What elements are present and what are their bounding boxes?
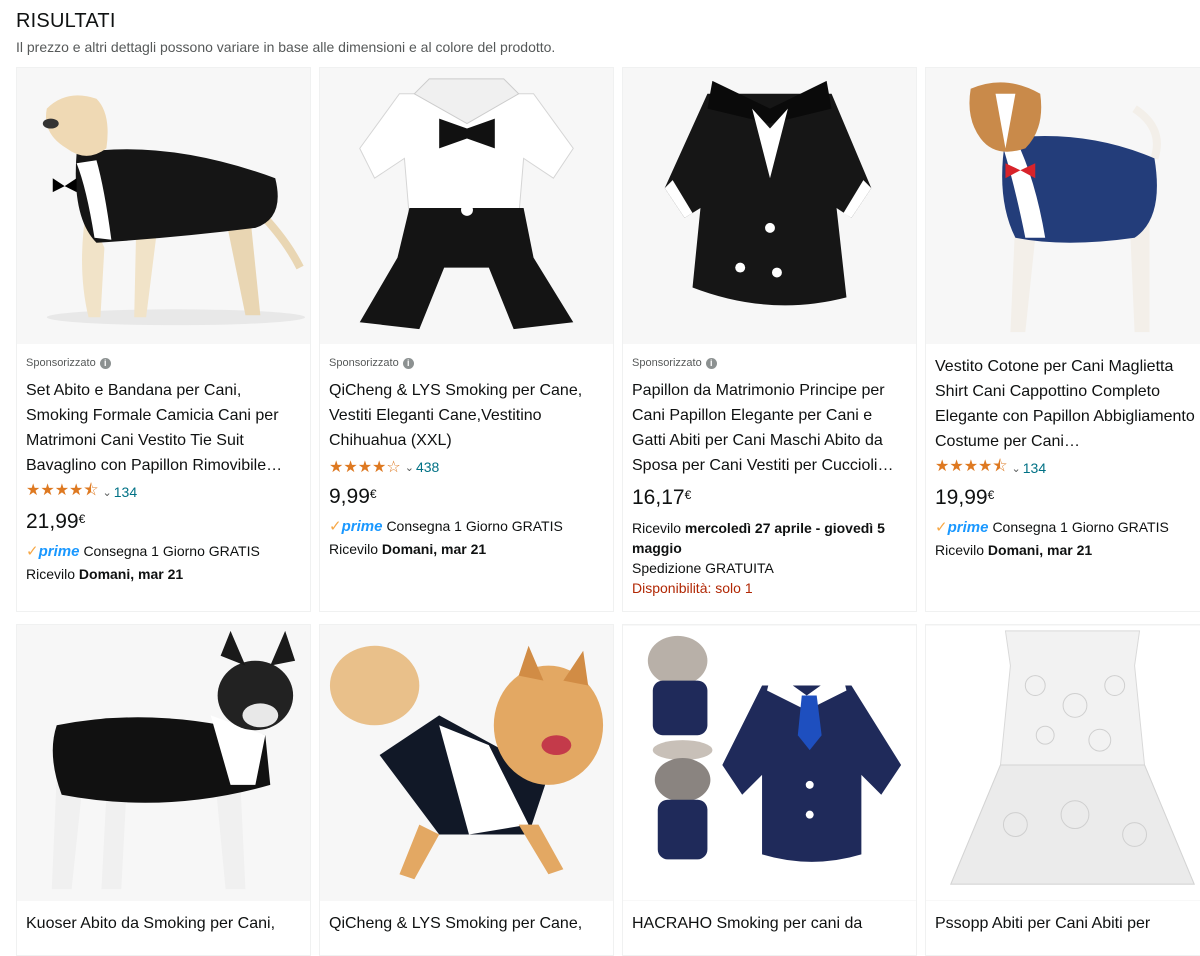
product-image[interactable] xyxy=(17,625,310,901)
product-price[interactable]: 16,17€ xyxy=(632,486,907,510)
product-card[interactable]: Sponsorizzato i QiCheng & LYS Smoking pe… xyxy=(319,67,614,612)
availability-text: Disponibilità: solo 1 xyxy=(632,580,753,596)
prime-text: prime xyxy=(38,543,80,560)
black-tuxedo-image xyxy=(623,68,916,344)
product-card[interactable]: QiCheng & LYS Smoking per Cane, xyxy=(319,624,614,956)
sponsored-text: Sponsorizzato xyxy=(632,357,702,369)
price-currency: € xyxy=(78,512,86,526)
star-rating-icon: ★★★★☆ xyxy=(329,459,401,476)
product-rating[interactable]: ★★★★⯪ ⌄ 134 xyxy=(935,458,1200,478)
product-image[interactable] xyxy=(623,68,916,344)
info-icon[interactable]: i xyxy=(99,357,111,369)
prime-logo-icon: ✓prime xyxy=(26,543,80,560)
sponsored-text: Sponsorizzato xyxy=(329,357,399,369)
product-title[interactable]: Kuoser Abito da Smoking per Cani, xyxy=(26,911,301,936)
review-count[interactable]: 134 xyxy=(114,484,137,500)
dog-tuxedo-image xyxy=(17,68,310,344)
info-icon[interactable]: i xyxy=(705,357,717,369)
price-value: 9,99 xyxy=(329,485,370,508)
receive-date: Domani, mar 21 xyxy=(987,542,1093,558)
product-price[interactable]: 19,99€ xyxy=(935,486,1200,510)
product-price[interactable]: 9,99€ xyxy=(329,485,604,509)
price-currency: € xyxy=(987,488,995,502)
results-title: RISULTATI xyxy=(16,10,116,32)
product-rating[interactable]: ★★★★☆ ⌄ 438 xyxy=(329,457,604,477)
results-header: RISULTATI Il prezzo e altri dettagli pos… xyxy=(16,10,555,55)
product-title[interactable]: Papillon da Matrimonio Principe per Cani… xyxy=(632,378,907,478)
tuxedo-outfit-image xyxy=(320,68,613,344)
beagle-suit-image xyxy=(926,68,1200,344)
delivery-text: Consegna 1 Giorno GRATIS xyxy=(83,543,260,559)
sponsored-text: Sponsorizzato xyxy=(26,357,96,369)
review-count[interactable]: 438 xyxy=(416,459,439,475)
product-title[interactable]: Set Abito e Bandana per Cani, Smoking Fo… xyxy=(26,378,301,478)
product-card[interactable]: Pssopp Abiti per Cani Abiti per xyxy=(925,624,1200,956)
poodle-pinstripe-suit-image xyxy=(623,625,916,901)
product-price[interactable]: 21,99€ xyxy=(26,510,301,534)
product-image[interactable] xyxy=(17,68,310,344)
price-value: 19,99 xyxy=(935,486,988,509)
product-image[interactable] xyxy=(926,625,1200,901)
receive-date: Domani, mar 21 xyxy=(381,541,487,557)
prime-logo-icon: ✓prime xyxy=(935,519,989,536)
prime-delivery: ✓prime Consegna 1 Giorno GRATIS xyxy=(329,517,604,535)
chevron-down-icon[interactable]: ⌄ xyxy=(405,461,414,474)
delivery-date: Ricevilo Domani, mar 21 xyxy=(329,539,604,559)
receive-date: Domani, mar 21 xyxy=(78,566,184,582)
prime-delivery: ✓prime Consegna 1 Giorno GRATIS xyxy=(935,518,1200,536)
star-rating-icon: ★★★★⯪ xyxy=(935,457,1008,475)
prime-text: prime xyxy=(341,518,383,535)
receive-prefix: Ricevilo xyxy=(26,566,76,582)
product-card[interactable]: Vestito Cotone per Cani Maglietta Shirt … xyxy=(925,67,1200,612)
receive-prefix: Ricevilo xyxy=(329,541,379,557)
sponsored-label[interactable]: Sponsorizzato i xyxy=(26,354,301,372)
product-title[interactable]: QiCheng & LYS Smoking per Cane, Vestiti … xyxy=(329,378,604,453)
product-title[interactable]: QiCheng & LYS Smoking per Cane, xyxy=(329,911,604,936)
sponsored-label[interactable]: Sponsorizzato i xyxy=(632,354,907,372)
french-bulldog-tuxedo-image xyxy=(17,625,310,901)
delivery-date: Ricevilo Domani, mar 21 xyxy=(935,540,1200,560)
product-image[interactable] xyxy=(320,68,613,344)
product-image[interactable] xyxy=(320,625,613,901)
product-grid: Sponsorizzato i Set Abito e Bandana per … xyxy=(16,67,1200,956)
delivery-text: Consegna 1 Giorno GRATIS xyxy=(386,518,563,534)
info-icon[interactable]: i xyxy=(402,357,414,369)
price-value: 16,17 xyxy=(632,486,685,509)
star-rating-icon: ★★★★⯪ xyxy=(26,481,99,499)
receive-prefix: Ricevilo xyxy=(632,520,682,536)
delivery-date: Ricevilo Domani, mar 21 xyxy=(26,564,301,584)
product-card[interactable]: Kuoser Abito da Smoking per Cani, xyxy=(16,624,311,956)
delivery-text: Consegna 1 Giorno GRATIS xyxy=(992,519,1169,535)
product-card[interactable]: HACRAHO Smoking per cani da xyxy=(622,624,917,956)
price-currency: € xyxy=(369,487,377,501)
price-value: 21,99 xyxy=(26,510,79,533)
receive-prefix: Ricevilo xyxy=(935,542,985,558)
chevron-down-icon[interactable]: ⌄ xyxy=(103,486,112,499)
product-card[interactable]: Sponsorizzato i Papillon da Matrimonio P… xyxy=(622,67,917,612)
product-title[interactable]: HACRAHO Smoking per cani da xyxy=(632,911,907,936)
sponsored-label[interactable]: Sponsorizzato i xyxy=(329,354,604,372)
price-currency: € xyxy=(684,488,692,502)
prime-logo-icon: ✓prime xyxy=(329,518,383,535)
lace-dress-image xyxy=(926,625,1200,901)
product-title[interactable]: Pssopp Abiti per Cani Abiti per xyxy=(935,911,1200,936)
product-image[interactable] xyxy=(623,625,916,901)
product-rating[interactable]: ★★★★⯪ ⌄ 134 xyxy=(26,482,301,502)
delivery-date: Ricevilo mercoledì 27 aprile - giovedì 5… xyxy=(632,518,907,558)
product-title[interactable]: Vestito Cotone per Cani Maglietta Shirt … xyxy=(935,354,1200,454)
results-disclaimer: Il prezzo e altri dettagli possono varia… xyxy=(16,39,556,55)
review-count[interactable]: 134 xyxy=(1023,460,1046,476)
product-card[interactable]: Sponsorizzato i Set Abito e Bandana per … xyxy=(16,67,311,612)
product-image[interactable] xyxy=(926,68,1200,344)
prime-text: prime xyxy=(947,519,989,536)
pomeranian-tuxedo-image xyxy=(320,625,613,901)
shipping-text: Spedizione GRATUITA xyxy=(632,560,774,576)
chevron-down-icon[interactable]: ⌄ xyxy=(1012,462,1021,475)
prime-delivery: ✓prime Consegna 1 Giorno GRATIS xyxy=(26,542,301,560)
